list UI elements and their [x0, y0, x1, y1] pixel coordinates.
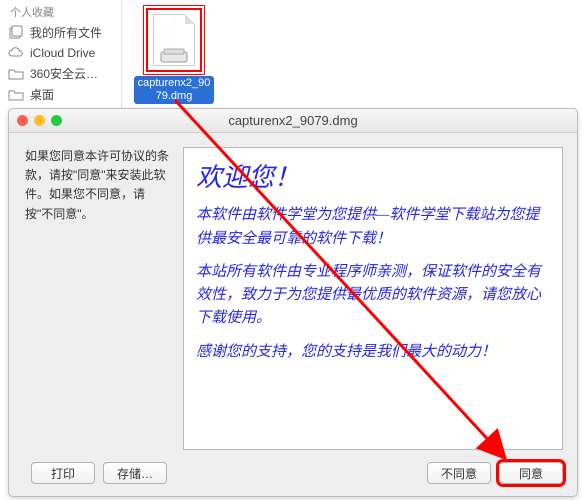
save-button[interactable]: 存储… [103, 462, 167, 484]
dialog-body: 如果您同意本许可协议的条款，请按"同意"来安装此软件。如果您不同意，请按"不同意… [9, 133, 577, 454]
folder-icon [8, 66, 24, 82]
finder-window: 个人收藏 我的所有文件 iCloud Drive 360安全云… 桌面 capt… [0, 0, 582, 115]
sidebar-item-360[interactable]: 360安全云… [0, 63, 121, 84]
titlebar: capturenx2_9079.dmg [9, 109, 577, 133]
agree-button[interactable]: 同意 [499, 462, 563, 484]
close-button[interactable] [17, 115, 28, 126]
license-instruction: 如果您同意本许可协议的条款，请按"同意"来安装此软件。如果您不同意，请按"不同意… [25, 147, 169, 450]
disagree-button[interactable]: 不同意 [427, 462, 491, 484]
disk-icon [160, 48, 188, 64]
cloud-icon [8, 45, 24, 61]
window-title: capturenx2_9079.dmg [228, 113, 357, 128]
sidebar-section-header: 个人收藏 [0, 4, 121, 22]
sidebar-item-label: 我的所有文件 [30, 24, 102, 41]
minimize-button[interactable] [34, 115, 45, 126]
license-paragraph: 本软件由软件学堂为您提供—软件学堂下载站为您提供最安全最可靠的软件下载！ [196, 204, 550, 251]
sidebar-item-label: 360安全云… [30, 65, 98, 82]
sidebar-item-all-files[interactable]: 我的所有文件 [0, 22, 121, 43]
welcome-header: 欢迎您！ [196, 158, 550, 198]
sidebar-item-label: iCloud Drive [30, 46, 95, 60]
license-paragraph: 感谢您的支持，您的支持是我们最大的动力！ [196, 341, 550, 364]
all-files-icon [8, 25, 24, 41]
license-content: 欢迎您！ 本软件由软件学堂为您提供—软件学堂下载站为您提供最安全最可靠的软件下载… [183, 147, 563, 450]
print-button[interactable]: 打印 [31, 462, 95, 484]
folder-icon [8, 87, 24, 103]
finder-files-area: capturenx2_9079.dmg [122, 0, 582, 115]
sidebar-item-label: 桌面 [30, 86, 54, 103]
file-label: capturenx2_9079.dmg [134, 76, 214, 104]
sidebar-item-icloud[interactable]: iCloud Drive [0, 43, 121, 63]
zoom-button[interactable] [51, 115, 62, 126]
license-paragraph: 本站所有软件由专业程序师亲测，保证软件的安全有效性，致力于为您提供最优质的软件资… [196, 261, 550, 331]
window-controls [17, 115, 62, 126]
file-item[interactable]: capturenx2_9079.dmg [134, 8, 214, 104]
dmg-file-icon [146, 8, 202, 72]
sidebar-item-desktop[interactable]: 桌面 [0, 84, 121, 105]
finder-sidebar: 个人收藏 我的所有文件 iCloud Drive 360安全云… 桌面 [0, 0, 122, 115]
license-dialog: capturenx2_9079.dmg 如果您同意本许可协议的条款，请按"同意"… [8, 108, 578, 497]
button-bar: 打印 存储… 不同意 同意 [9, 454, 577, 496]
